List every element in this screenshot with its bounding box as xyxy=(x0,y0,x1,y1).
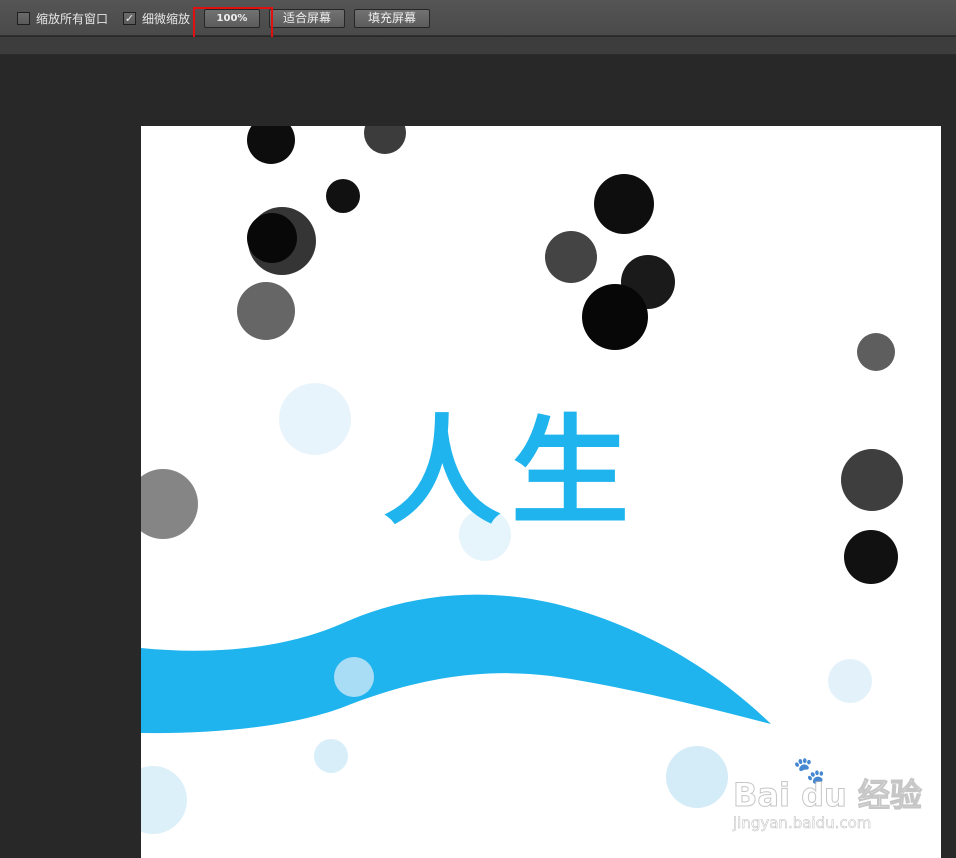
watermark-url: jingyan.baidu.com xyxy=(733,814,872,833)
document-tab-bar xyxy=(0,37,956,55)
light-bubble xyxy=(141,766,187,834)
zoom-all-windows-label: 缩放所有窗口 xyxy=(36,11,109,26)
title-text: 人生 xyxy=(383,403,640,541)
watermark-brand: Bai du 经验 xyxy=(733,776,923,815)
zoom-all-windows-checkbox[interactable] xyxy=(17,11,30,25)
scrubby-zoom-option[interactable]: ✓ 细微缩放 xyxy=(123,10,190,26)
dark-bubble xyxy=(594,174,654,234)
scrubby-zoom-label: 细微缩放 xyxy=(142,11,191,26)
dark-bubble xyxy=(841,449,903,511)
dark-bubble xyxy=(247,213,297,263)
light-bubble xyxy=(314,739,348,773)
light-bubble xyxy=(666,746,728,808)
dark-bubble xyxy=(141,469,198,539)
dark-bubble xyxy=(844,530,898,584)
dark-bubble xyxy=(545,231,597,283)
fit-screen-button[interactable]: 适合屏幕 xyxy=(269,9,345,28)
dark-bubble xyxy=(237,282,295,340)
light-bubble xyxy=(279,383,351,455)
dark-bubble xyxy=(364,126,406,154)
zoom-all-windows-option[interactable]: 缩放所有窗口 xyxy=(17,10,108,26)
light-bubble xyxy=(828,659,872,703)
baidu-watermark: 🐾 Bai du 经验 jingyan.baidu.com xyxy=(733,756,923,836)
dark-bubble xyxy=(326,179,360,213)
dark-bubble xyxy=(247,126,295,164)
blue-wave-shape xyxy=(141,594,771,734)
dark-bubble xyxy=(857,333,895,371)
fill-screen-button[interactable]: 填充屏幕 xyxy=(354,9,430,28)
light-bubble xyxy=(334,657,374,697)
dark-bubble xyxy=(582,284,648,350)
photoshop-window: 缩放所有窗口 ✓ 细微缩放 100% 适合屏幕 填充屏幕 人生 🐾 Bai du… xyxy=(0,0,956,858)
options-bar: 缩放所有窗口 ✓ 细微缩放 100% 适合屏幕 填充屏幕 xyxy=(0,0,956,43)
scrubby-zoom-checkbox[interactable]: ✓ xyxy=(123,11,136,25)
document-canvas[interactable]: 人生 🐾 Bai du 经验 jingyan.baidu.com xyxy=(141,126,941,858)
